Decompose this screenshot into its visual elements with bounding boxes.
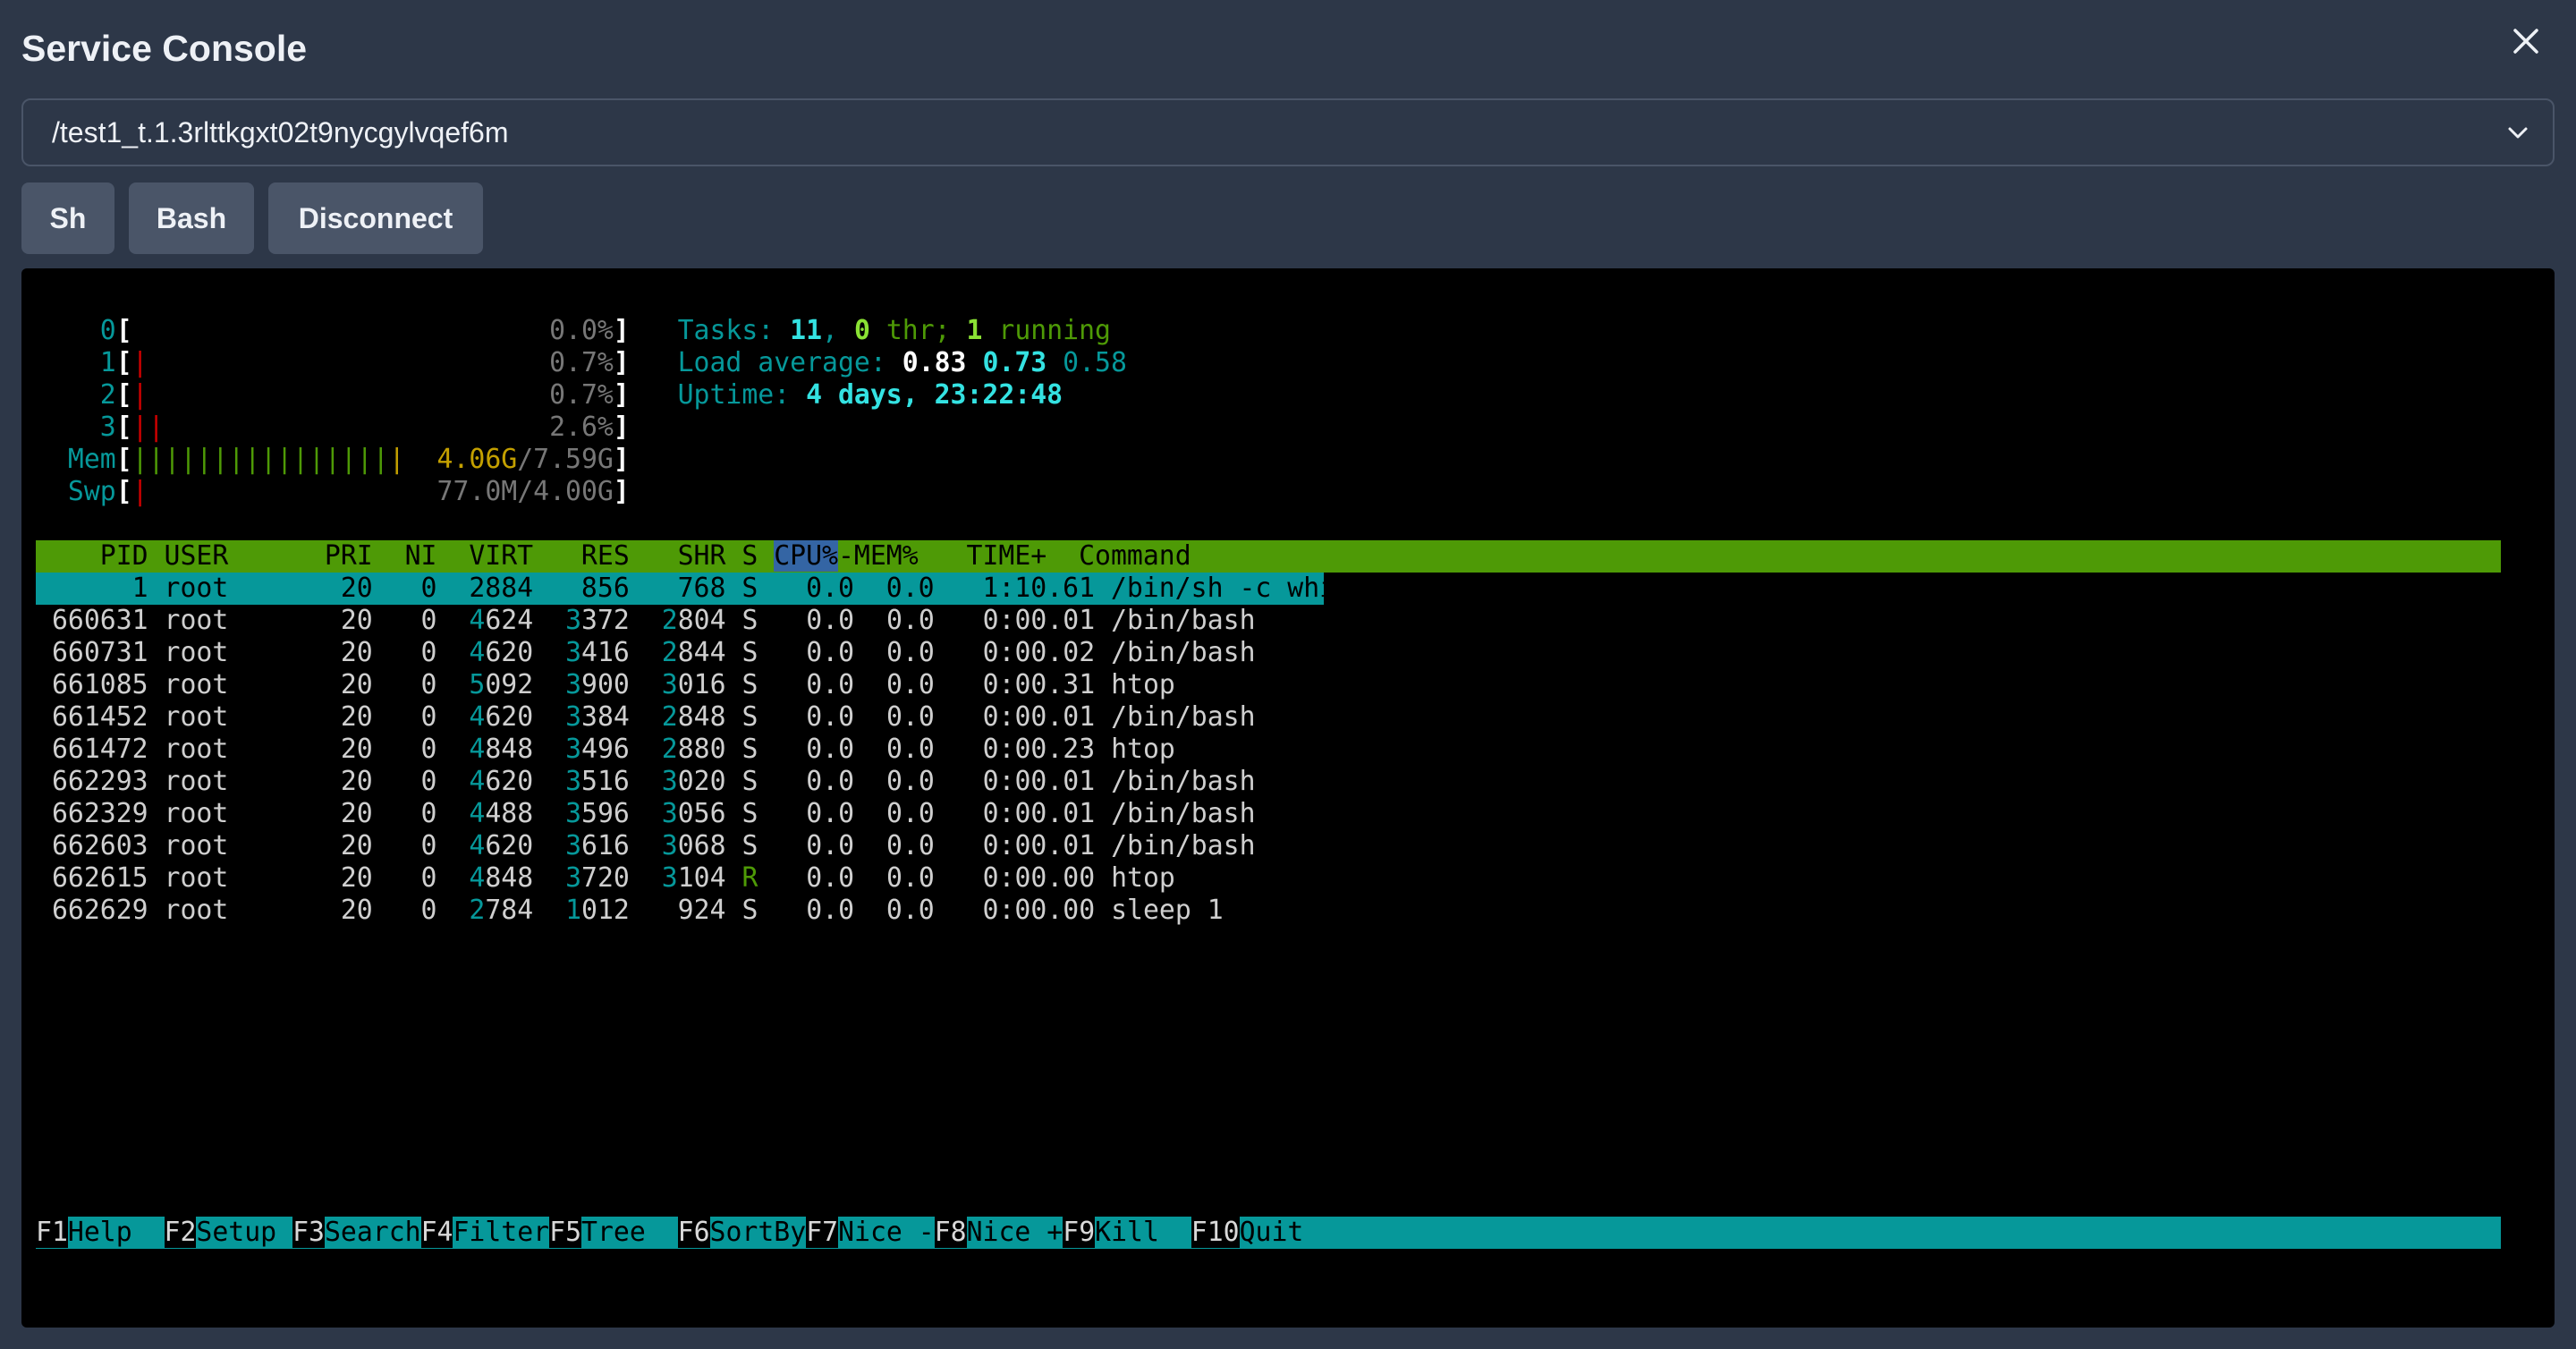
process-row: 660631 root 20 0 4624 3372 2804 S 0.0 0.… (36, 605, 1256, 636)
uptime: Uptime: 4 days, 23:22:48 (677, 379, 1063, 411)
bash-button[interactable]: Bash (129, 182, 254, 254)
fkey-f7[interactable]: F7 (806, 1217, 839, 1248)
container-select-value: /test1_t.1.3rlttkgxt02t9nycgylvqef6m (52, 116, 509, 148)
fkey-label: Setup (196, 1217, 293, 1248)
fkey-f6[interactable]: F6 (677, 1217, 710, 1248)
fkey-f8[interactable]: F8 (934, 1217, 967, 1248)
fkey-f9[interactable]: F9 (1063, 1217, 1096, 1248)
function-key-row: F1Help F2Setup F3SearchF4FilterF5Tree F6… (36, 1217, 1303, 1249)
fkey-f10[interactable]: F10 (1191, 1217, 1240, 1248)
fkey-label: Help (67, 1217, 165, 1248)
fkey-f5[interactable]: F5 (549, 1217, 582, 1248)
process-row: 662329 root 20 0 4488 3596 3056 S 0.0 0.… (36, 798, 1256, 829)
process-row: 660731 root 20 0 4620 3416 2844 S 0.0 0.… (36, 637, 1256, 668)
process-row-selected: 1 root 20 0 2884 856 768 S 0.0 0.0 1:10.… (36, 573, 1352, 604)
load-average: Load average: 0.83 0.73 0.58 (677, 347, 1127, 378)
service-console-dialog: Service Console /test1_t.1.3rlttkgxt02t9… (0, 0, 2576, 1349)
container-select[interactable]: /test1_t.1.3rlttkgxt02t9nycgylvqef6m (21, 98, 2555, 166)
process-row: 662629 root 20 0 2784 1012 924 S 0.0 0.0… (36, 895, 1224, 926)
process-row: 661452 root 20 0 4620 3384 2848 S 0.0 0.… (36, 701, 1256, 733)
sh-button[interactable]: Sh (21, 182, 114, 254)
chevron-down-icon (2508, 127, 2528, 139)
fkey-label: Nice - (838, 1217, 935, 1248)
process-row: 662603 root 20 0 4620 3616 3068 S 0.0 0.… (36, 830, 1256, 861)
process-row: 662293 root 20 0 4620 3516 3020 S 0.0 0.… (36, 766, 1256, 797)
fkey-f3[interactable]: F3 (292, 1217, 325, 1248)
fkey-label: SortBy (709, 1217, 807, 1248)
tasks-summary: Tasks: 11, 0 thr; 1 running (677, 315, 1111, 346)
mem-meter: Mem[||||||||||||||||| 4.06G/7.59G] (36, 444, 630, 475)
fkey-f2[interactable]: F2 (164, 1217, 197, 1248)
fkey-label: Search (324, 1217, 421, 1248)
close-icon (2513, 29, 2538, 54)
fkey-label: Quit (1239, 1217, 1304, 1248)
terminal[interactable]: 0[ 0.0%] 1[| 0.7%] 2[| 0.7%] 3[|| 2.6%] … (21, 268, 2555, 1328)
fkey-f4[interactable]: F4 (420, 1217, 453, 1248)
process-row: 661472 root 20 0 4848 3496 2880 S 0.0 0.… (36, 734, 1175, 765)
fkey-label: Nice + (966, 1217, 1063, 1248)
dialog-title: Service Console (21, 28, 308, 69)
swap-meter: Swp[| 77.0M/4.00G] (36, 476, 630, 507)
process-table-header: PID USER PRI NI VIRT RES SHR S CPU%-MEM%… (36, 540, 1191, 572)
process-row: 661085 root 20 0 5092 3900 3016 S 0.0 0.… (36, 669, 1175, 700)
disconnect-button[interactable]: Disconnect (268, 182, 483, 254)
fkey-label: Tree (581, 1217, 678, 1248)
fkey-label: Kill (1095, 1217, 1191, 1248)
fkey-label: Filter (453, 1217, 550, 1248)
fkey-f1[interactable]: F1 (36, 1217, 68, 1248)
cpu-meter-3: 3[|| 2.6%] (36, 411, 630, 443)
close-button[interactable] (2508, 23, 2544, 59)
process-row: 662615 root 20 0 4848 3720 3104 R 0.0 0.… (36, 862, 1175, 894)
